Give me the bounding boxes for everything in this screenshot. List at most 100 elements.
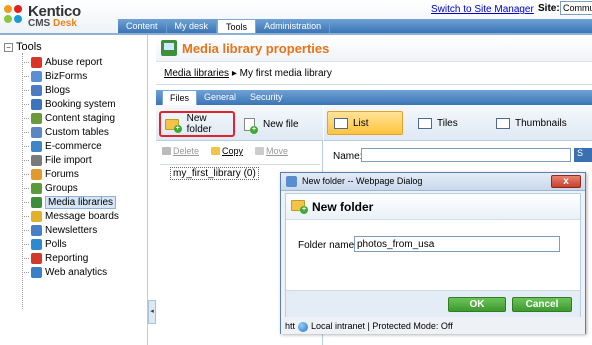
sidebar-item-label: Media libraries [45, 195, 117, 209]
tab-tools[interactable]: Tools [217, 19, 257, 33]
sidebar-item-custom-tables[interactable]: Custom tables [24, 125, 109, 139]
tree-connector [24, 131, 29, 133]
close-icon[interactable]: x [551, 175, 581, 188]
groups-icon [31, 182, 42, 194]
tiles-view-button[interactable]: Tiles [412, 111, 472, 135]
sidebar-item-web-analytics[interactable]: Web analytics [24, 265, 107, 279]
new-folder-button[interactable]: + New folder [159, 111, 235, 137]
app-header: Kentico CMS Desk Switch to Site Manager … [0, 0, 592, 33]
tree-connector [24, 103, 29, 105]
sidebar-item-e-commerce[interactable]: E-commerce [24, 139, 102, 153]
tree-connector [24, 271, 29, 273]
sub-tabs: Files General Security [156, 90, 592, 105]
sidebar-item-booking-system[interactable]: Booking system [24, 97, 116, 111]
list-view-label: List [353, 117, 369, 129]
sidebar-item-label: Forums [45, 168, 79, 180]
move-icon [255, 147, 265, 155]
site-select[interactable]: Commu [560, 1, 592, 15]
tab-content[interactable]: Content [118, 19, 167, 33]
tab-files[interactable]: Files [162, 90, 198, 105]
tab-my-desk[interactable]: My desk [167, 19, 218, 33]
new-folder-label: New folder [186, 113, 212, 135]
folder-name-input[interactable]: photos_from_usa [354, 236, 560, 252]
media-libraries-icon [31, 196, 42, 208]
tab-administration[interactable]: Administration [256, 19, 331, 33]
reporting-icon [31, 252, 42, 264]
sidebar-item-label: Content staging [45, 112, 116, 124]
new-file-button[interactable]: + New file [244, 111, 314, 137]
actions-divider [160, 164, 320, 165]
delete-icon [162, 147, 171, 155]
search-button[interactable]: S [574, 148, 592, 162]
tree-connector [24, 257, 29, 259]
logo-subtitle: CMS Desk [28, 18, 77, 29]
sidebar-item-polls[interactable]: Polls [24, 237, 67, 251]
sidebar-collapse-handle[interactable]: ◂ [148, 300, 156, 324]
web-analytics-icon [31, 266, 42, 278]
tools-tree: − Tools Abuse report BizForms Blogs Booking… [0, 35, 148, 345]
sidebar-item-label: Web analytics [45, 266, 108, 278]
delete-button[interactable]: Delete [162, 146, 199, 156]
tree-connector [24, 229, 29, 231]
breadcrumb-separator: ▸ [231, 68, 240, 79]
library-root-node[interactable]: my_first_library (0) [170, 167, 259, 180]
sidebar-item-newsletters[interactable]: Newsletters [24, 223, 97, 237]
copy-button[interactable]: Copy [211, 146, 243, 156]
tree-connector [24, 159, 29, 161]
polls-icon [31, 238, 42, 250]
message-boards-icon [31, 210, 42, 222]
tree-root-tools[interactable]: − Tools [4, 41, 42, 53]
site-label: Site: [538, 3, 560, 14]
sidebar-item-file-import[interactable]: File import [24, 153, 92, 167]
thumbnails-view-button[interactable]: Thumbnails [490, 111, 580, 135]
dialog-body: + New folder Folder name: photos_from_us… [285, 193, 581, 317]
sidebar-item-label: Abuse report [45, 56, 103, 68]
move-button[interactable]: Move [255, 146, 288, 156]
sidebar-item-media-libraries[interactable]: Media libraries [24, 195, 117, 209]
tree-connector [24, 75, 29, 77]
folder-small-actions: Delete Copy Move [156, 143, 323, 159]
sidebar-item-forums[interactable]: Forums [24, 167, 79, 181]
sidebar-item-bizforms[interactable]: BizForms [24, 69, 87, 83]
sidebar-item-label: Blogs [45, 84, 71, 96]
breadcrumb: Media libraries ▸ My first media library [164, 68, 332, 79]
dialog-heading: New folder [312, 200, 374, 214]
dialog-footer: OK Cancel [286, 290, 580, 317]
new-folder-heading-icon: + [291, 200, 308, 214]
sidebar-item-label: Message boards [45, 210, 119, 222]
delete-label: Delete [173, 146, 200, 156]
sidebar-item-content-staging[interactable]: Content staging [24, 111, 115, 125]
tab-security[interactable]: Security [243, 90, 290, 105]
tree-connector [24, 89, 29, 91]
content-staging-icon [31, 112, 42, 124]
list-view-button[interactable]: List [327, 111, 403, 135]
sidebar-item-label: Booking system [45, 98, 116, 110]
sidebar-item-label: Reporting [45, 252, 89, 264]
dialog-status-bar: htt Local intranet | Protected Mode: Off [281, 319, 585, 334]
sidebar-item-groups[interactable]: Groups [24, 181, 78, 195]
kentico-logo-icon [4, 5, 24, 25]
dialog-titlebar[interactable]: New folder -- Webpage Dialog x [281, 173, 585, 191]
collapse-minus-icon[interactable]: − [4, 42, 13, 52]
move-label: Move [266, 146, 289, 156]
name-filter-input[interactable] [361, 148, 571, 162]
sidebar-item-reporting[interactable]: Reporting [24, 251, 88, 265]
e-commerce-icon [31, 140, 42, 152]
tab-general[interactable]: General [197, 90, 243, 105]
abuse-report-icon [31, 56, 42, 68]
sidebar-item-abuse-report[interactable]: Abuse report [24, 55, 102, 69]
kentico-logo[interactable]: Kentico CMS Desk [4, 3, 88, 31]
breadcrumb-divider [156, 84, 592, 85]
sidebar-item-blogs[interactable]: Blogs [24, 83, 70, 97]
tiles-view-label: Tiles [437, 117, 458, 129]
ok-button[interactable]: OK [448, 297, 506, 312]
breadcrumb-media-libraries[interactable]: Media libraries [164, 68, 229, 79]
sidebar-item-label: Groups [45, 182, 78, 194]
new-file-label: New file [263, 118, 299, 130]
custom-tables-icon [31, 126, 42, 138]
cancel-button[interactable]: Cancel [512, 297, 572, 312]
sidebar-item-message-boards[interactable]: Message boards [24, 209, 119, 223]
forums-icon [31, 168, 42, 180]
sidebar-item-label: E-commerce [45, 140, 102, 152]
switch-to-site-manager-link[interactable]: Switch to Site Manager [431, 4, 534, 15]
